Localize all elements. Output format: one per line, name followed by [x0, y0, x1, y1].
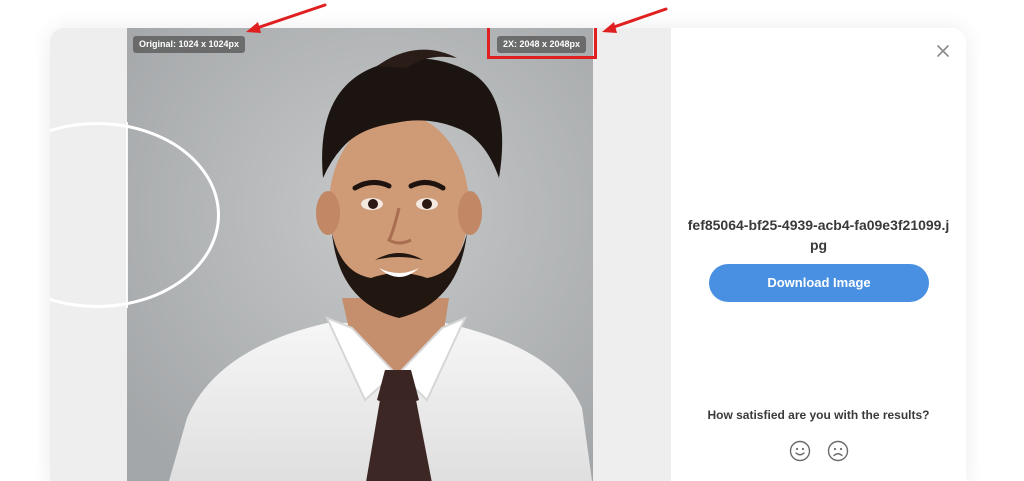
- screen: Original: 1024 x 1024px 2X: 2048 x 2048p…: [0, 0, 1024, 481]
- feedback-options: [671, 440, 966, 462]
- comparison-divider[interactable]: [126, 122, 128, 308]
- smile-icon[interactable]: [789, 440, 811, 462]
- image-result-modal: Original: 1024 x 1024px 2X: 2048 x 2048p…: [50, 28, 966, 481]
- original-size-badge: Original: 1024 x 1024px: [133, 36, 246, 53]
- file-name: fef85064-bf25-4939-acb4-fa09e3f21099.jpg: [687, 217, 950, 253]
- download-image-button[interactable]: Download Image: [709, 264, 929, 302]
- download-panel: fef85064-bf25-4939-acb4-fa09e3f21099.jpg…: [671, 28, 966, 481]
- image-comparison-preview[interactable]: Original: 1024 x 1024px 2X: 2048 x 2048p…: [50, 28, 671, 481]
- frown-icon[interactable]: [827, 440, 849, 462]
- satisfaction-question: How satisfied are you with the results?: [707, 408, 930, 422]
- close-icon[interactable]: [934, 42, 952, 60]
- annotation-highlight-box: [487, 28, 597, 59]
